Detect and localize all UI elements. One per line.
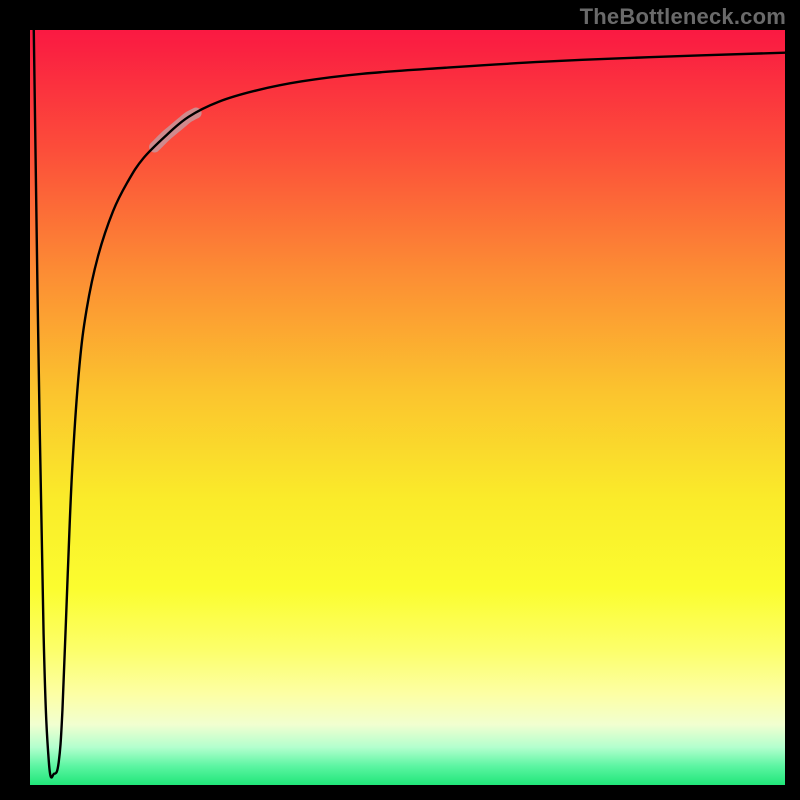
watermark-label: TheBottleneck.com [580,4,786,30]
bottleneck-curve [34,30,785,777]
curve-layer [30,30,785,785]
chart-frame: TheBottleneck.com [0,0,800,800]
